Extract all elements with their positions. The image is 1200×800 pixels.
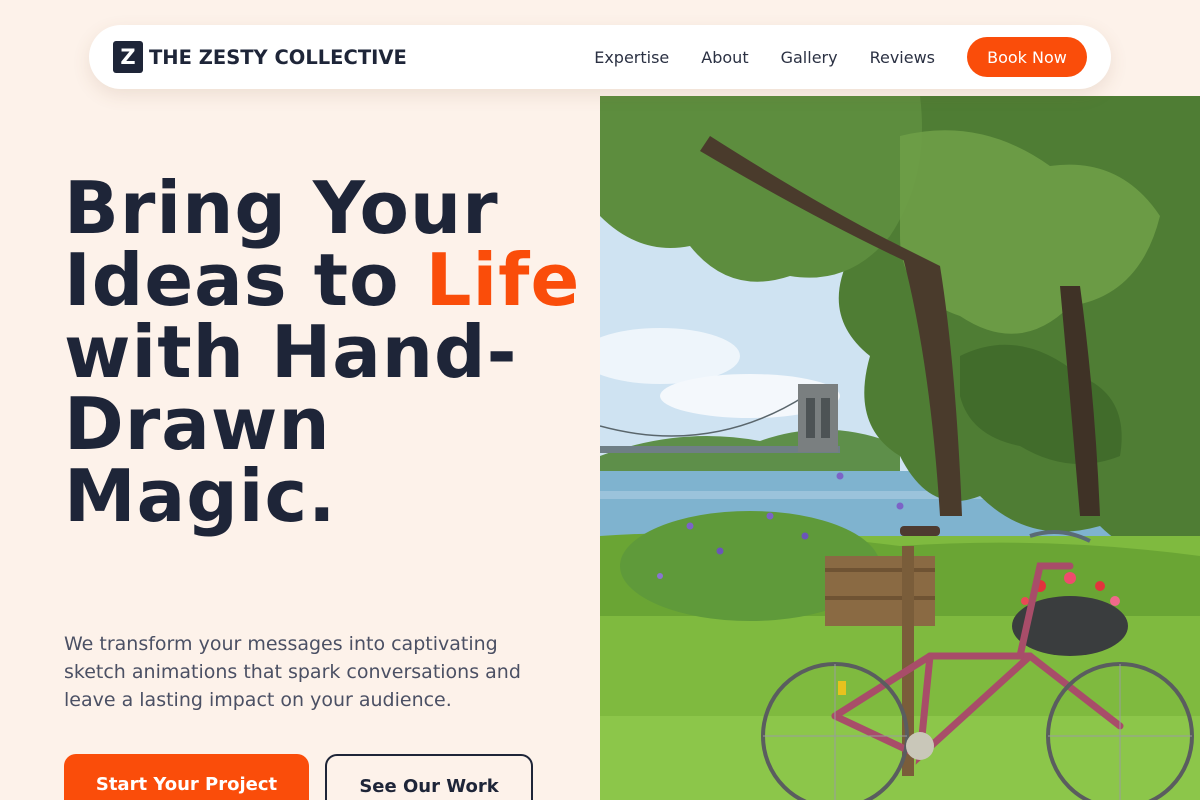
brand-name: THE ZESTY COLLECTIVE xyxy=(149,45,407,69)
see-work-button[interactable]: See Our Work xyxy=(325,754,533,800)
landing-page: Z THE ZESTY COLLECTIVE Expertise About G… xyxy=(0,0,1200,800)
bicycle-riverside-photo xyxy=(600,96,1200,800)
hero-headline: Bring Your Ideas to Life with Hand-Drawn… xyxy=(64,172,584,532)
book-now-button[interactable]: Book Now xyxy=(967,37,1087,77)
logo-mark: Z xyxy=(113,41,143,73)
hero-subcopy: We transform your messages into captivat… xyxy=(64,633,521,711)
nav-link-expertise[interactable]: Expertise xyxy=(594,48,669,67)
top-navigation: Z THE ZESTY COLLECTIVE Expertise About G… xyxy=(89,25,1111,89)
nav-link-about[interactable]: About xyxy=(701,48,748,67)
headline-part2: with Hand-Drawn Magic. xyxy=(64,310,518,538)
start-project-button[interactable]: Start Your Project xyxy=(64,754,309,800)
nav-link-reviews[interactable]: Reviews xyxy=(870,48,935,67)
nav-links: Expertise About Gallery Reviews Book Now xyxy=(594,37,1087,77)
nav-link-gallery[interactable]: Gallery xyxy=(781,48,838,67)
brand-logo[interactable]: Z THE ZESTY COLLECTIVE xyxy=(113,41,407,73)
hero-photo xyxy=(600,96,1200,800)
